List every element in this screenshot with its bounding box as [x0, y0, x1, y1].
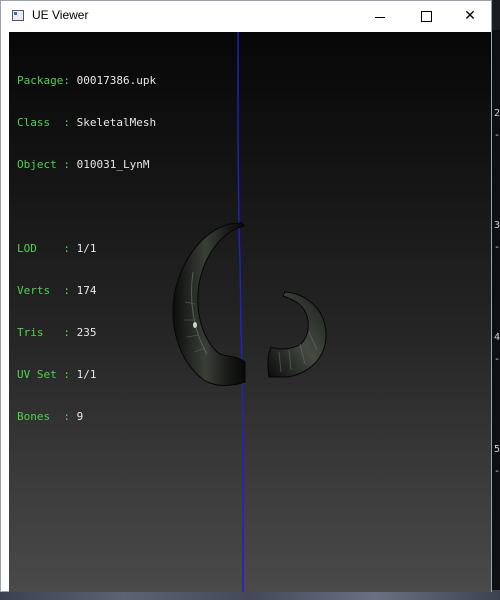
mesh-info-overlay: Package: 00017386.upk Class : SkeletalMe… [17, 46, 156, 452]
bg-right-char: 5 [493, 444, 500, 455]
verts-label: Verts : [17, 284, 70, 297]
bg-right-char: - [493, 354, 500, 365]
package-label: Package: [17, 74, 70, 87]
3d-viewport[interactable]: Package: 00017386.upk Class : SkeletalMe… [9, 32, 491, 592]
package-value: 00017386.upk [76, 74, 157, 87]
tris-value: 235 [76, 326, 97, 339]
left-horn-mesh [172, 222, 246, 386]
bg-right-char: 2 [493, 108, 500, 119]
minimize-icon [375, 16, 385, 18]
stats-spacer [17, 200, 156, 214]
ue-viewer-window: UE Viewer ✕ Package: 00017386.upk Class … [0, 0, 492, 592]
class-row: Class : SkeletalMesh [17, 116, 156, 130]
minimize-button[interactable] [357, 1, 403, 31]
uvset-row: UV Set : 1/1 [17, 368, 156, 382]
window-title: UE Viewer [32, 8, 89, 22]
uvset-label: UV Set : [17, 368, 70, 381]
verts-value: 174 [76, 284, 97, 297]
package-row: Package: 00017386.upk [17, 74, 156, 88]
lod-label: LOD : [17, 242, 70, 255]
maximize-icon [420, 10, 432, 22]
tris-row: Tris : 235 [17, 326, 156, 340]
uvset-value: 1/1 [76, 368, 97, 381]
lod-row: LOD : 1/1 [17, 242, 156, 256]
bg-right-char: - [493, 242, 500, 253]
bg-right-char: 3 [493, 220, 500, 231]
close-icon: ✕ [464, 8, 476, 24]
object-row: Object : 010031_LynM [17, 158, 156, 172]
maximize-button[interactable] [403, 1, 449, 31]
left-horn-highlight [193, 322, 197, 328]
bg-right-char: - [493, 466, 500, 477]
lod-value: 1/1 [76, 242, 97, 255]
bg-right-char: 4 [493, 332, 500, 343]
bg-right-char: - [493, 130, 500, 141]
class-value: SkeletalMesh [76, 116, 157, 129]
object-label: Object : [17, 158, 70, 171]
background-console-right: 2 - 3 - 4 - 5 - [492, 30, 500, 600]
tris-label: Tris : [17, 326, 70, 339]
bones-label: Bones : [17, 410, 70, 423]
right-horn-mesh [267, 291, 327, 378]
bones-value: 9 [76, 410, 84, 423]
class-label: Class : [17, 116, 70, 129]
app-window-icon[interactable] [12, 10, 24, 21]
title-bar[interactable]: UE Viewer ✕ [1, 1, 491, 31]
close-button[interactable]: ✕ [447, 1, 493, 31]
axis-line [237, 32, 244, 592]
verts-row: Verts : 174 [17, 284, 156, 298]
bones-row: Bones : 9 [17, 410, 156, 424]
object-value: 010031_LynM [76, 158, 150, 171]
